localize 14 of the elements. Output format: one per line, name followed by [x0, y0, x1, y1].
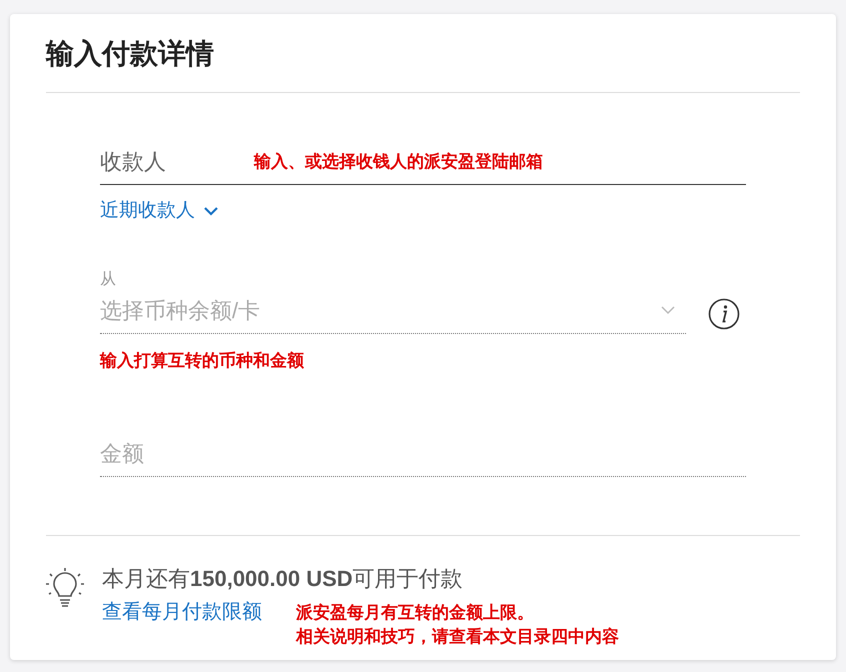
recent-payees-link[interactable]: 近期收款人 [100, 197, 219, 226]
annotation-text: 相关说明和技巧，请查看本文目录四中内容 [296, 626, 619, 648]
limit-text: 本月还有150,000.00 USD可用于付款 [102, 565, 464, 593]
chevron-icon [660, 305, 676, 315]
annotation-text: 输入、或选择收钱人的派安盈登陆邮箱 [254, 151, 543, 173]
annotation-text: 输入打算互转的币种和金额 [100, 350, 304, 372]
annotation-text: 派安盈每月有互转的金额上限。 [296, 602, 535, 624]
info-icon[interactable] [708, 298, 740, 330]
lightbulb-icon [46, 568, 84, 610]
field-label: 从 [100, 270, 116, 290]
amount-field[interactable]: 金额 [100, 437, 746, 477]
page-title: 输入付款详情 [46, 37, 214, 71]
monthly-limit-link[interactable]: 查看每月付款限额 [102, 597, 262, 627]
chevron-icon [203, 206, 219, 216]
